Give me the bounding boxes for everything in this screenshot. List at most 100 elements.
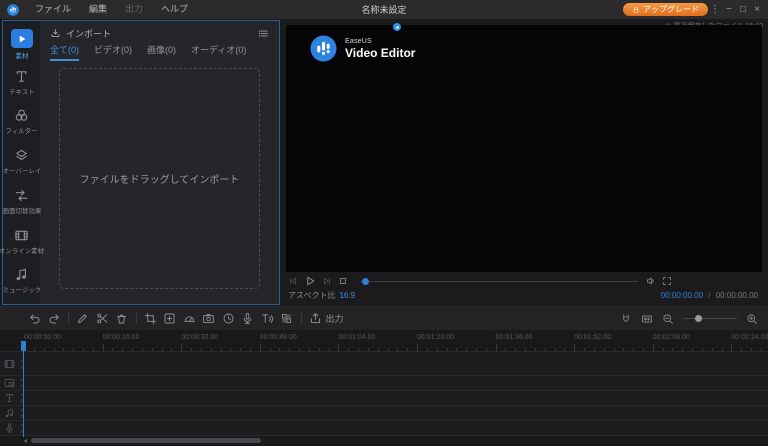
voiceover-icon[interactable] (241, 312, 254, 325)
ruler-tick (604, 348, 605, 351)
zoom-slider-handle[interactable] (695, 315, 702, 322)
scroll-left-arrow-icon[interactable] (23, 439, 27, 443)
sidebar-item-transition[interactable]: 画面切替効果 (3, 185, 40, 225)
speed-icon[interactable] (183, 312, 196, 325)
brand-logo-icon (310, 35, 337, 62)
timecode-current: 00:00:00.00 (661, 291, 703, 300)
sidebar-item-media[interactable]: 素材 (3, 26, 40, 66)
video-preview-area: EaseUS Video Editor (286, 25, 762, 272)
aspect-ratio-value[interactable]: 16:9 (339, 291, 355, 300)
horizontal-scrollbar[interactable] (0, 438, 768, 444)
split-icon[interactable] (96, 312, 109, 325)
ruler-label-1: 00:00:16.00 (103, 334, 140, 341)
track-pip[interactable] (0, 376, 768, 391)
zoom-icon[interactable] (163, 312, 176, 325)
menu-item-0[interactable]: ファイル (26, 0, 80, 19)
sidebar-item-filter[interactable]: フィルター (3, 105, 40, 145)
zoom-slider-track (683, 318, 737, 319)
ruler-tick (103, 344, 104, 351)
toolbar-export-label: 出力 (326, 312, 344, 325)
more-menu-button[interactable]: ⋮ (708, 0, 722, 19)
ruler-tick (663, 348, 664, 351)
ruler-tick (505, 348, 506, 351)
track-music[interactable] (0, 406, 768, 421)
menu-item-1[interactable]: 編集 (80, 0, 116, 19)
seek-handle[interactable] (362, 278, 369, 285)
stop-button[interactable] (338, 276, 348, 286)
zoom-out-icon[interactable] (662, 313, 674, 325)
mosaic-icon[interactable] (280, 312, 293, 325)
snapshot-icon[interactable] (202, 312, 215, 325)
ruler-tick (712, 348, 713, 351)
track-text[interactable] (0, 391, 768, 406)
timeline: 00:00:00.0000:00:16.0000:00:32.0000:00:4… (0, 330, 768, 446)
ruler-tick (584, 348, 585, 351)
crop-icon[interactable] (144, 312, 157, 325)
sidebar-icon-wrap (14, 188, 29, 203)
ruler-tick (338, 344, 339, 351)
minimize-button[interactable]: − (722, 0, 736, 19)
media-tab-2[interactable]: 画像(0) (147, 43, 176, 61)
media-tab-0[interactable]: 全て(0) (50, 43, 79, 61)
export-button[interactable]: 出力 (309, 312, 344, 325)
import-label[interactable]: インポート (66, 27, 111, 40)
zoom-in-icon[interactable] (746, 313, 758, 325)
playback-controls (288, 275, 678, 287)
media-tab-3[interactable]: オーディオ(0) (191, 43, 246, 61)
timeline-zoom-slider[interactable] (683, 314, 737, 324)
sidebar-item-label: テキスト (9, 87, 35, 96)
close-button[interactable]: × (750, 0, 764, 19)
edit-icon[interactable] (76, 312, 89, 325)
brand-product: Video Editor (345, 46, 415, 60)
redo-icon[interactable] (48, 312, 61, 325)
sidebar-item-overlay[interactable]: オーバーレイ (3, 145, 40, 185)
sidebar-item-text[interactable]: テキスト (3, 66, 40, 106)
ruler-tick (54, 348, 55, 351)
toolbar: 出力 (0, 306, 768, 330)
toolbar-left: 出力 (28, 312, 344, 325)
import-icon[interactable] (50, 28, 61, 39)
sidebar-icon-wrap (14, 148, 29, 163)
duration-icon[interactable] (222, 312, 235, 325)
seek-bar[interactable] (360, 275, 638, 287)
ruler-tick (171, 348, 172, 351)
track-video[interactable] (0, 352, 768, 376)
ruler-tick (515, 348, 516, 351)
volume-icon[interactable] (646, 276, 656, 286)
ruler-tick (486, 348, 487, 351)
ruler-tick (73, 348, 74, 351)
fullscreen-icon[interactable] (662, 276, 672, 286)
ruler-label-4: 00:01:04.00 (338, 334, 375, 341)
previous-frame-button[interactable] (288, 276, 298, 286)
upgrade-button[interactable]: アップグレード (623, 3, 708, 16)
timecode-separator: / (708, 291, 710, 300)
menu-item-3[interactable]: ヘルプ (152, 0, 197, 19)
play-button[interactable] (304, 275, 316, 287)
toolbar-right (620, 313, 768, 325)
next-frame-button[interactable] (322, 276, 332, 286)
ruler-tick (221, 348, 222, 351)
media-tab-1[interactable]: ビデオ(0) (94, 43, 132, 61)
track-voiceover[interactable] (0, 421, 768, 436)
dropzone-text: ファイルをドラッグしてインポート (80, 171, 240, 186)
sidebar-icon-wrap (14, 267, 29, 282)
import-dropzone[interactable]: ファイルをドラッグしてインポート (59, 68, 260, 289)
delete-icon[interactable] (115, 312, 128, 325)
list-view-icon[interactable] (258, 28, 269, 39)
ruler-tick (653, 344, 654, 351)
ruler-tick (230, 348, 231, 351)
tts-icon[interactable] (261, 312, 274, 325)
snap-magnet-icon[interactable] (620, 313, 632, 325)
notification-dot[interactable] (393, 23, 401, 31)
undo-icon[interactable] (28, 312, 41, 325)
ruler-tick (358, 348, 359, 351)
sidebar-item-online[interactable]: オンライン素材 (3, 225, 40, 265)
maximize-button[interactable]: □ (736, 0, 750, 19)
timeline-ruler[interactable]: 00:00:00.0000:00:16.0000:00:32.0000:00:4… (0, 330, 768, 352)
scrollbar-thumb[interactable] (31, 438, 261, 443)
sidebar-item-music[interactable]: ミュージック (3, 264, 40, 304)
menu-bar: ファイル編集出力ヘルプ (26, 0, 197, 19)
ruler-tick (132, 348, 133, 351)
fit-timeline-icon[interactable] (641, 313, 653, 325)
ruler-label-9: 00:02:24.00 (731, 334, 768, 341)
